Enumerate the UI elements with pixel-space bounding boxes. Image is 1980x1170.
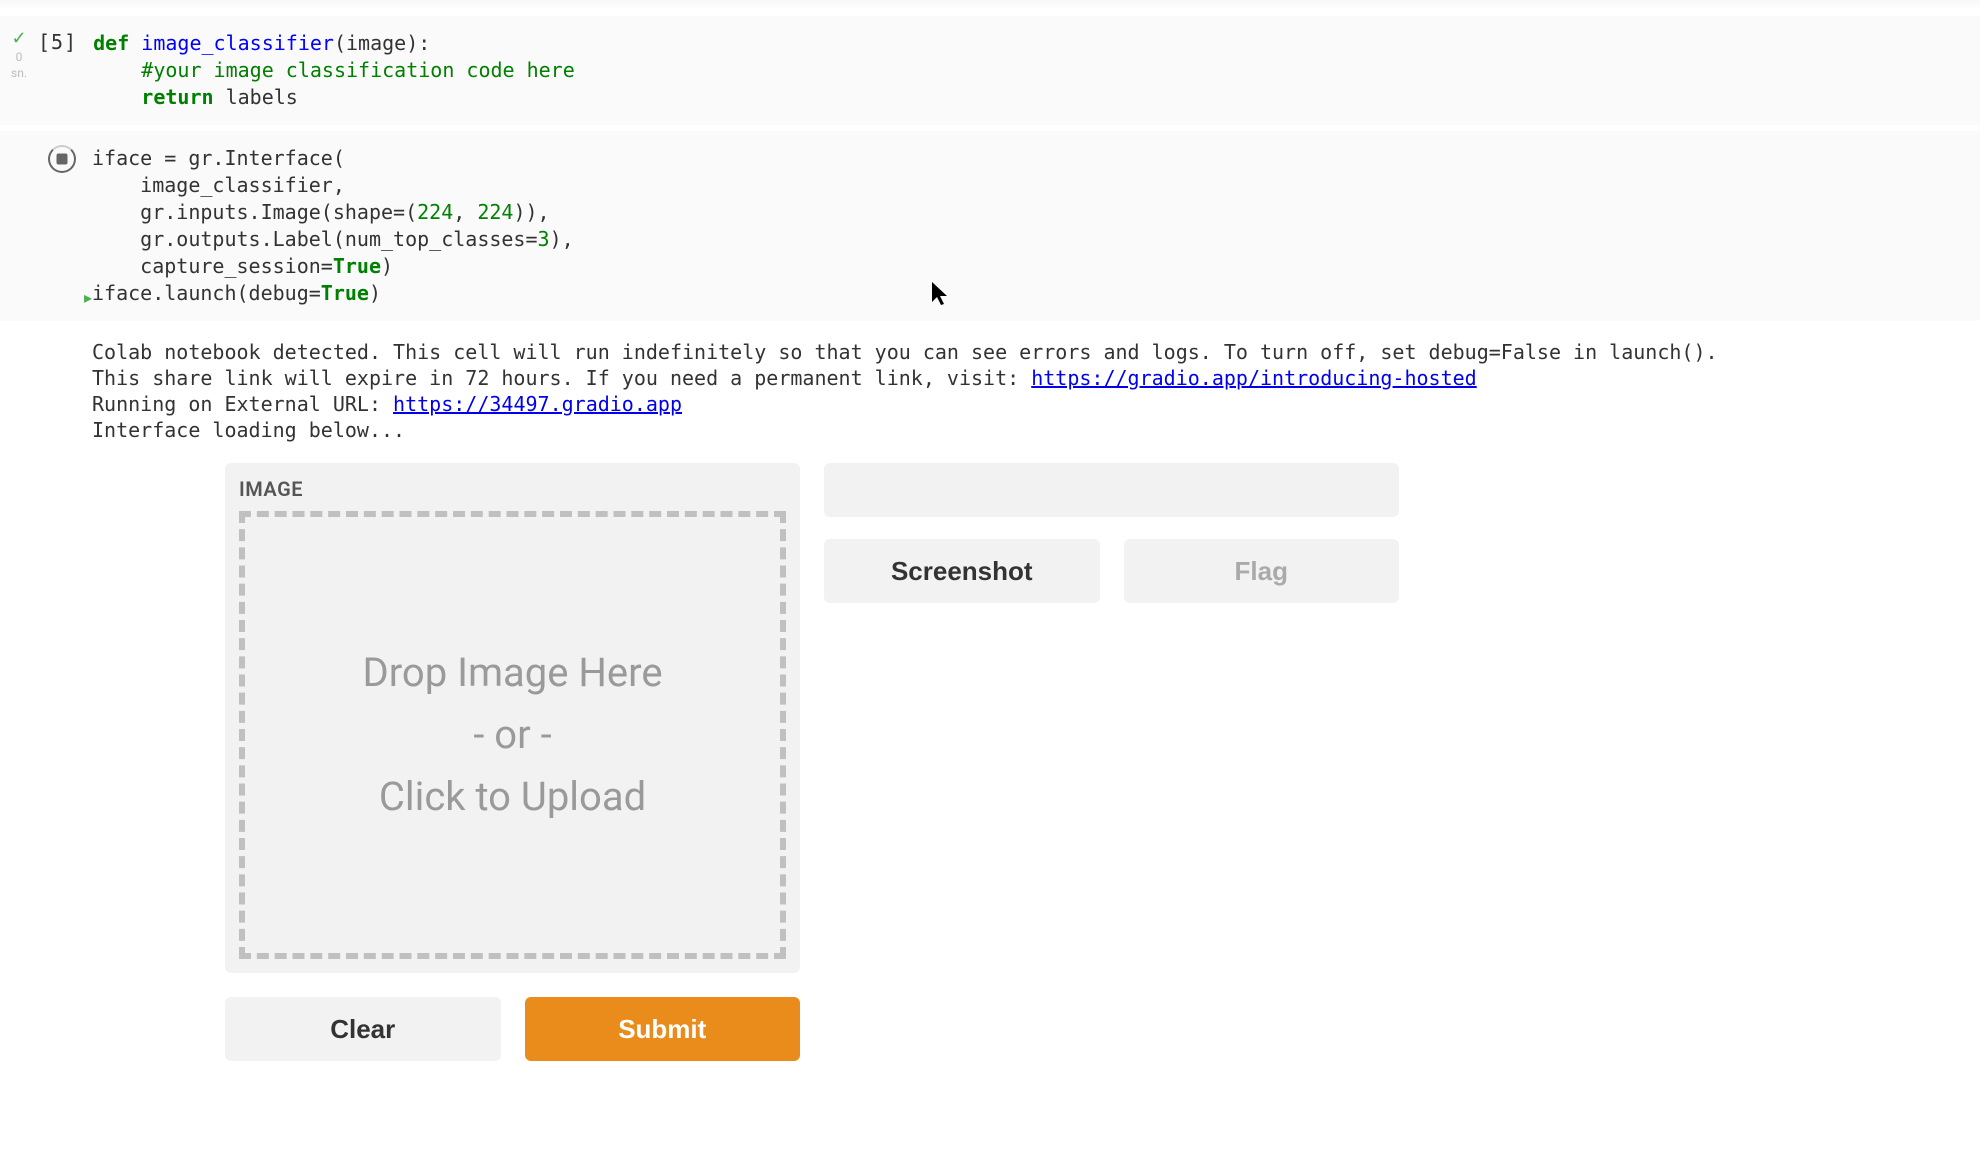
image-dropzone[interactable]: Drop Image Here - or - Click to Upload — [239, 511, 786, 959]
cell-meta-0: 0 — [16, 50, 23, 64]
code-cell-1: ✓ 0 sn. [5] def image_classifier(image):… — [0, 16, 1980, 125]
gradio-interface: IMAGE Drop Image Here - or - Click to Up… — [225, 463, 1980, 973]
output-line: Interface loading below... — [92, 417, 1980, 443]
cell-prompt: [5] — [38, 16, 85, 125]
clear-button[interactable]: Clear — [225, 997, 501, 1061]
external-url-link[interactable]: https://34497.gradio.app — [393, 392, 682, 416]
screenshot-button[interactable]: Screenshot — [824, 539, 1100, 603]
cell-meta-sn: sn. — [11, 66, 27, 80]
output-line: Colab notebook detected. This cell will … — [92, 339, 1980, 365]
hosted-link[interactable]: https://gradio.app/introducing-hosted — [1031, 366, 1477, 390]
dropzone-text: - or - — [473, 707, 551, 763]
cell-output: Colab notebook detected. This cell will … — [92, 339, 1980, 443]
code-editor[interactable]: iface = gr.Interface( image_classifier, … — [0, 131, 1980, 321]
code-cell-2: ▸ iface = gr.Interface( image_classifier… — [0, 131, 1980, 321]
output-line: This share link will expire in 72 hours.… — [92, 365, 1980, 391]
dropzone-text: Click to Upload — [379, 769, 646, 825]
output-line: Running on External URL: https://34497.g… — [92, 391, 1980, 417]
cell-gutter: ✓ 0 sn. — [0, 16, 38, 125]
dropzone-text: Drop Image Here — [362, 645, 662, 701]
input-label: IMAGE — [239, 477, 786, 501]
flag-button[interactable]: Flag — [1124, 539, 1400, 603]
running-spinner-icon[interactable] — [48, 145, 76, 173]
submit-button[interactable]: Submit — [525, 997, 801, 1061]
check-icon: ✓ — [11, 30, 26, 48]
line-arrow-icon: ▸ — [84, 288, 92, 307]
image-input-panel: IMAGE Drop Image Here - or - Click to Up… — [225, 463, 800, 973]
code-editor[interactable]: def image_classifier(image): #your image… — [85, 16, 1980, 125]
output-placeholder — [824, 463, 1399, 517]
